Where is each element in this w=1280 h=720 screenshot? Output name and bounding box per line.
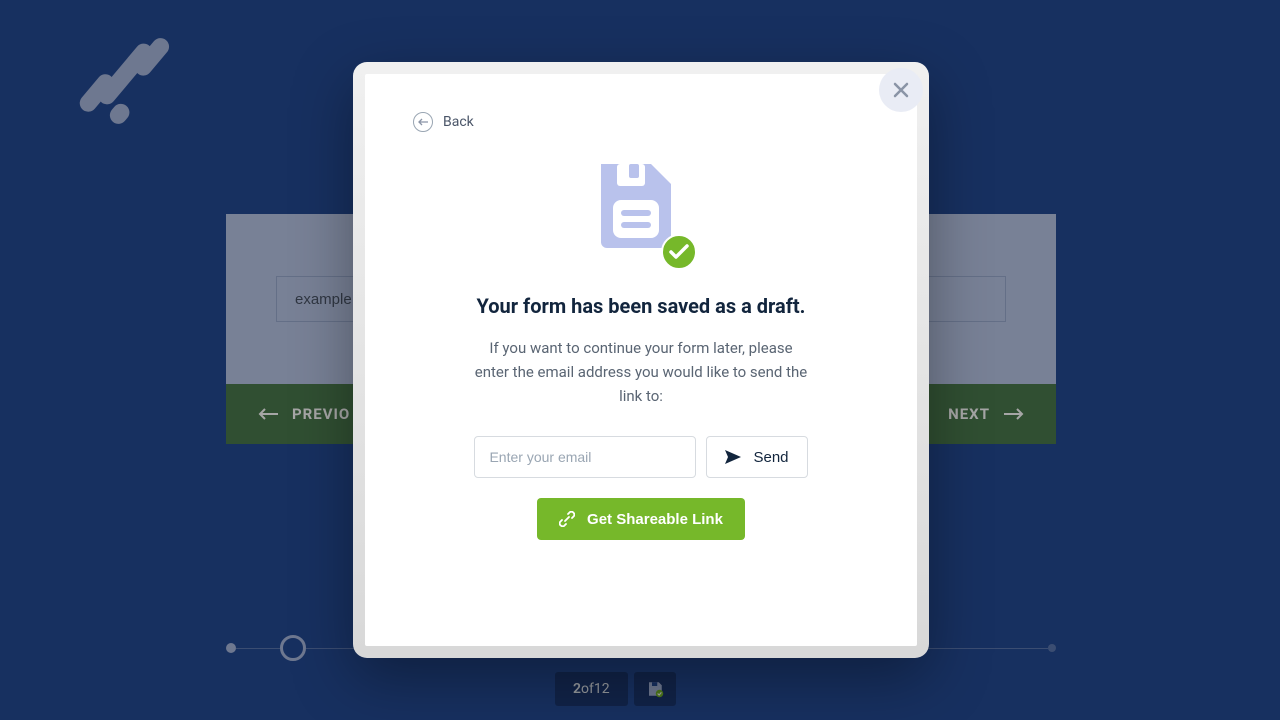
draft-saved-icon	[591, 158, 691, 268]
modal-description: If you want to continue your form later,…	[471, 336, 811, 408]
send-label: Send	[753, 449, 788, 466]
modal-title: Your form has been saved as a draft.	[477, 294, 806, 318]
send-button[interactable]: Send	[706, 436, 807, 478]
close-icon	[891, 80, 911, 100]
send-icon	[725, 450, 741, 464]
email-input[interactable]	[474, 436, 696, 478]
arrow-left-icon	[413, 112, 433, 132]
back-label: Back	[443, 114, 474, 130]
close-button[interactable]	[879, 68, 923, 112]
back-button[interactable]: Back	[413, 112, 474, 132]
link-icon	[559, 511, 575, 527]
get-shareable-link-button[interactable]: Get Shareable Link	[537, 498, 745, 540]
share-label: Get Shareable Link	[587, 511, 723, 528]
draft-saved-modal: Back Your form has been saved as a draft…	[353, 62, 929, 658]
